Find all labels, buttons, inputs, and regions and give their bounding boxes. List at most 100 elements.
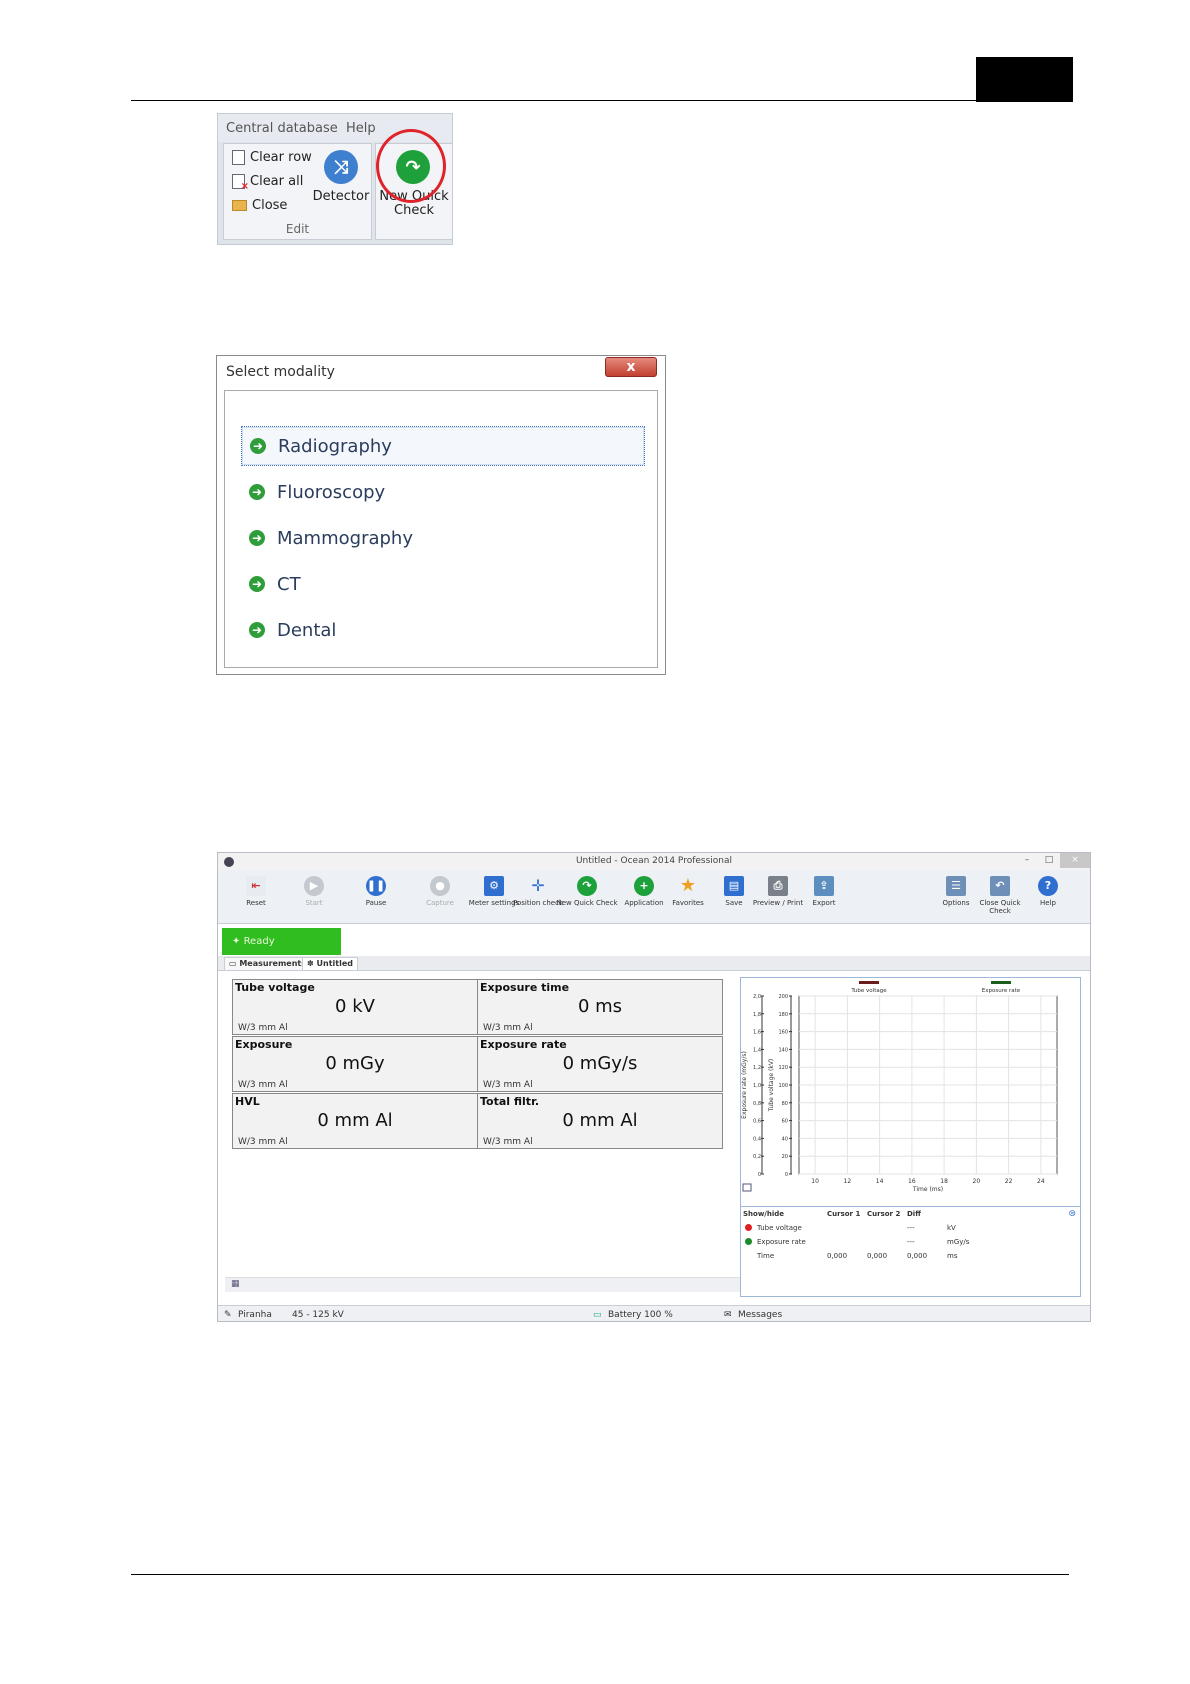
- modality-radiography[interactable]: ➜ Radiography: [241, 426, 645, 466]
- close-quick-check-icon: ↶: [990, 876, 1010, 896]
- legend-swatch: [991, 981, 1011, 984]
- toolbar-label: New Quick Check: [556, 899, 618, 907]
- export-button[interactable]: ⇪ Export: [794, 876, 854, 907]
- y-left-tick-label: 1,8: [753, 1012, 761, 1018]
- save-icon: ▤: [724, 876, 744, 896]
- minimize-icon[interactable]: –: [1016, 853, 1038, 868]
- reset-button[interactable]: ⇤ Reset: [226, 876, 286, 907]
- measurement-label: Tube voltage: [235, 981, 315, 994]
- messages-link[interactable]: Messages: [738, 1310, 782, 1320]
- tab-untitled[interactable]: ✽ Untitled: [302, 957, 358, 970]
- toolbar-label: Start: [305, 899, 323, 907]
- edit-group: Clear row × Clear all Close ⤨ Detector E…: [223, 143, 372, 240]
- measurement-label: Exposure time: [480, 981, 570, 994]
- detector-button[interactable]: Detector: [310, 190, 372, 204]
- y-left-tick-label: 0,2: [753, 1154, 761, 1160]
- modality-ct[interactable]: ➜ CT: [241, 564, 645, 604]
- modality-label: CT: [277, 573, 301, 595]
- measurement-cell: Total filtr. 0 mm Al W/3 mm Al: [477, 1093, 723, 1149]
- options-icon: ☰: [946, 876, 966, 896]
- untitled-tab-icon: ✽: [307, 959, 317, 968]
- arrow-right-icon: ➜: [249, 576, 265, 592]
- ready-status: ✦ Ready: [222, 928, 341, 955]
- new-quick-check-toolbar-button[interactable]: ↷ New Quick Check: [552, 876, 622, 907]
- battery-icon: ▭: [593, 1310, 602, 1320]
- tube-voltage-toggle[interactable]: [745, 1224, 752, 1231]
- x-tick-label: 12: [844, 1178, 852, 1185]
- measurement-sub: W/3 mm Al: [483, 1137, 533, 1147]
- clear-row-button[interactable]: Clear row: [232, 150, 312, 165]
- keyboard-icon[interactable]: ▦: [231, 1279, 240, 1289]
- measurement-sub: W/3 mm Al: [238, 1137, 288, 1147]
- measurement-pane-footer: ▦: [225, 1277, 755, 1292]
- y-left-tick-label: 0: [758, 1172, 761, 1178]
- x-tick-label: 24: [1037, 1178, 1045, 1185]
- row-unit: mGy/s: [947, 1238, 970, 1246]
- document-tabs: ▭ Measurements ✽ Untitled: [218, 956, 1090, 971]
- close-label: Close: [252, 198, 288, 213]
- row-diff: ---: [907, 1238, 915, 1246]
- measurement-cell: Exposure rate 0 mGy/s W/3 mm Al: [477, 1036, 723, 1092]
- collapse-icon[interactable]: ⊜: [1068, 1209, 1076, 1219]
- modality-label: Mammography: [277, 527, 413, 549]
- measurement-value: 0 mGy/s: [562, 1053, 638, 1074]
- ready-label: Ready: [243, 936, 275, 947]
- measurement-value: 0 mm Al: [317, 1110, 393, 1131]
- chart-settings-icon: [742, 1183, 752, 1192]
- col-cursor1: Cursor 1: [827, 1210, 861, 1218]
- close-button[interactable]: Close: [232, 198, 287, 213]
- detector-shuffle-icon[interactable]: ⤨: [324, 150, 358, 184]
- y-right-axis-label: Tube voltage (kV): [768, 1059, 775, 1113]
- measurement-sub: W/3 mm Al: [238, 1080, 288, 1090]
- capture-button[interactable]: ● Capture: [410, 876, 470, 907]
- print-icon: ⎙: [768, 876, 788, 896]
- add-icon: +: [634, 876, 654, 896]
- dialog-title: Select modality: [226, 364, 335, 380]
- help-button[interactable]: ? Help: [1018, 876, 1078, 907]
- y-left-tick-label: 0,8: [753, 1101, 761, 1107]
- y-left-tick-label: 1,0: [753, 1083, 761, 1089]
- x-tick-label: 14: [876, 1178, 884, 1185]
- modality-dental[interactable]: ➜ Dental: [241, 610, 645, 650]
- modality-mammography[interactable]: ➜ Mammography: [241, 518, 645, 558]
- modality-list: ➜ Radiography ➜ Fluoroscopy ➜ Mammograph…: [224, 390, 658, 668]
- measurement-label: HVL: [235, 1095, 260, 1108]
- detector-icon: ✎: [224, 1310, 232, 1320]
- measurement-sub: W/3 mm Al: [238, 1023, 288, 1033]
- legend-label: Tube voltage: [850, 988, 887, 994]
- y-left-axis-label: Exposure rate (mGy/s): [741, 1051, 748, 1119]
- modality-label: Fluoroscopy: [277, 481, 386, 503]
- dialog-close-button[interactable]: x: [605, 357, 657, 377]
- x-tick-label: 22: [1005, 1178, 1013, 1185]
- x-tick-label: 20: [973, 1178, 981, 1185]
- col-show-hide: Show/hide: [743, 1210, 784, 1218]
- legend-label: Exposure rate: [982, 988, 1021, 994]
- pause-button[interactable]: ❚❚ Pause: [346, 876, 406, 907]
- clear-all-button[interactable]: × Clear all: [232, 174, 303, 192]
- app-logo-icon: [224, 857, 234, 867]
- row-c1: 0,000: [827, 1252, 848, 1260]
- exposure-rate-toggle[interactable]: [745, 1238, 752, 1245]
- close-icon[interactable]: ×: [1060, 853, 1090, 868]
- window-controls: – □ ×: [1016, 853, 1090, 868]
- menu-help[interactable]: Help: [346, 121, 376, 136]
- y-right-tick-label: 100: [778, 1083, 788, 1089]
- y-right-tick-label: 60: [782, 1119, 788, 1125]
- measurement-value: 0 mm Al: [562, 1110, 638, 1131]
- waveform-chart[interactable]: 10 12 14 16 18 20 22 24 0 20 40 60 80 100 120 140 160 180…: [741, 978, 1080, 1206]
- ribbon-screenshot: Central database Help Clear row × Clear …: [217, 113, 453, 245]
- y-right-tick-label: 80: [782, 1101, 788, 1107]
- menu-central-database[interactable]: Central database: [226, 121, 338, 136]
- cursor-table: Show/hide Cursor 1 Cursor 2 Diff ⊜ Tube …: [741, 1206, 1080, 1260]
- start-button[interactable]: ▶ Start: [284, 876, 344, 907]
- row-name: Exposure rate: [757, 1238, 806, 1246]
- toolbar-label: Capture: [426, 899, 454, 907]
- measurement-sub: W/3 mm Al: [483, 1023, 533, 1033]
- measurement-label: Exposure: [235, 1038, 293, 1051]
- maximize-icon[interactable]: □: [1038, 853, 1060, 868]
- legend-swatch: [859, 981, 879, 984]
- modality-fluoroscopy[interactable]: ➜ Fluoroscopy: [241, 472, 645, 512]
- arrow-right-icon: ➜: [250, 438, 266, 454]
- new-quick-check-icon: ↷: [577, 876, 597, 896]
- tab-measurements[interactable]: ▭ Measurements: [224, 957, 311, 970]
